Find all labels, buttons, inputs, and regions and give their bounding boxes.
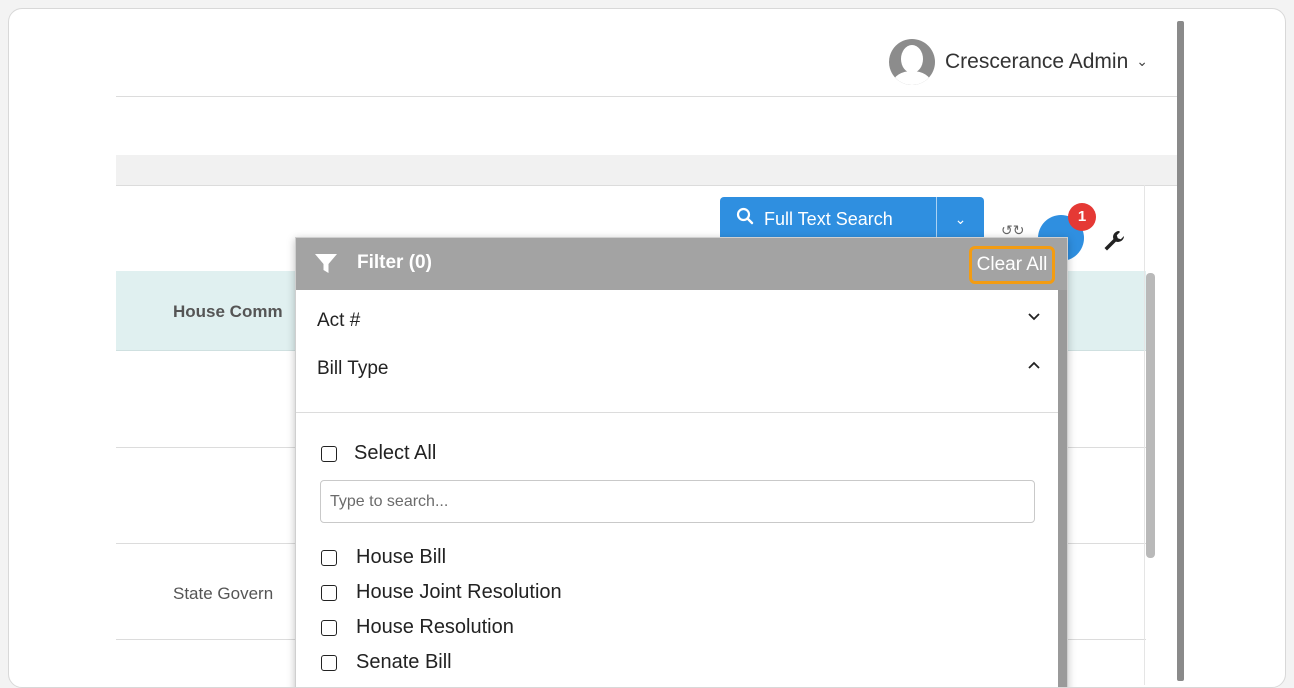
full-text-search-label: Full Text Search	[764, 208, 893, 229]
funnel-icon	[314, 253, 338, 280]
checkbox[interactable]	[321, 584, 337, 601]
bill-type-options: House Bill House Joint Resolution House …	[321, 540, 562, 680]
option-label: Senate Bill	[356, 651, 452, 673]
checkbox[interactable]	[321, 654, 337, 671]
clear-all-button[interactable]: Clear All	[969, 246, 1055, 284]
search-options-dropdown[interactable]: ⌄	[937, 211, 984, 228]
filter-popup: Filter (0) Clear All Act # Bill Type Sel…	[295, 237, 1068, 687]
checkbox[interactable]	[321, 445, 337, 462]
select-all-label: Select All	[354, 442, 437, 464]
chevron-down-icon[interactable]: ⌄	[1136, 53, 1148, 70]
option-label: House Resolution	[356, 616, 514, 638]
user-avatar-icon	[889, 39, 935, 85]
filter-count-badge: 1	[1068, 203, 1096, 231]
toolbar-band	[116, 155, 1182, 185]
divider	[116, 185, 1182, 186]
option-house-bill[interactable]: House Bill	[321, 540, 562, 575]
filter-search-input[interactable]	[320, 480, 1035, 523]
checkbox[interactable]	[321, 549, 337, 566]
option-label: House Joint Resolution	[356, 581, 562, 603]
divider	[296, 412, 1058, 413]
filter-section-bill-type[interactable]: Bill Type	[296, 347, 1058, 404]
option-house-joint-resolution[interactable]: House Joint Resolution	[321, 575, 562, 610]
panel-border	[1144, 185, 1145, 685]
user-menu[interactable]: Crescerance Admin ⌄	[889, 39, 1148, 85]
chevron-down-icon	[1028, 308, 1040, 324]
divider	[116, 96, 1182, 97]
window-scrollbar[interactable]	[1177, 21, 1184, 681]
checkbox[interactable]	[321, 619, 337, 636]
filter-section-label: Act #	[317, 310, 361, 331]
filter-title: Filter (0)	[357, 252, 432, 273]
filter-section-label: Bill Type	[317, 358, 389, 379]
chevron-up-icon	[1028, 356, 1040, 372]
option-label: House Bill	[356, 546, 447, 568]
full-text-search-button[interactable]: Full Text Search ⌄	[720, 197, 984, 241]
app-window: Crescerance Admin ⌄ House Comm State Gov…	[8, 8, 1286, 688]
select-all-checkbox[interactable]: Select All	[321, 442, 436, 465]
user-name: Crescerance Admin	[945, 50, 1129, 73]
filter-popup-header: Filter (0) Clear All	[296, 238, 1067, 290]
option-senate-bill[interactable]: Senate Bill	[321, 645, 562, 680]
option-house-resolution[interactable]: House Resolution	[321, 610, 562, 645]
table-cell: State Govern	[173, 584, 274, 603]
filter-section-act-number[interactable]: Act #	[296, 290, 1058, 347]
chevron-down-icon: ⌄	[954, 210, 967, 227]
table-scrollbar[interactable]	[1146, 273, 1155, 558]
wrench-icon[interactable]	[1101, 228, 1127, 254]
filter-popup-scrollbar[interactable]	[1058, 290, 1067, 687]
search-icon	[736, 207, 754, 231]
column-header-house-committee[interactable]: House Comm	[173, 302, 283, 322]
